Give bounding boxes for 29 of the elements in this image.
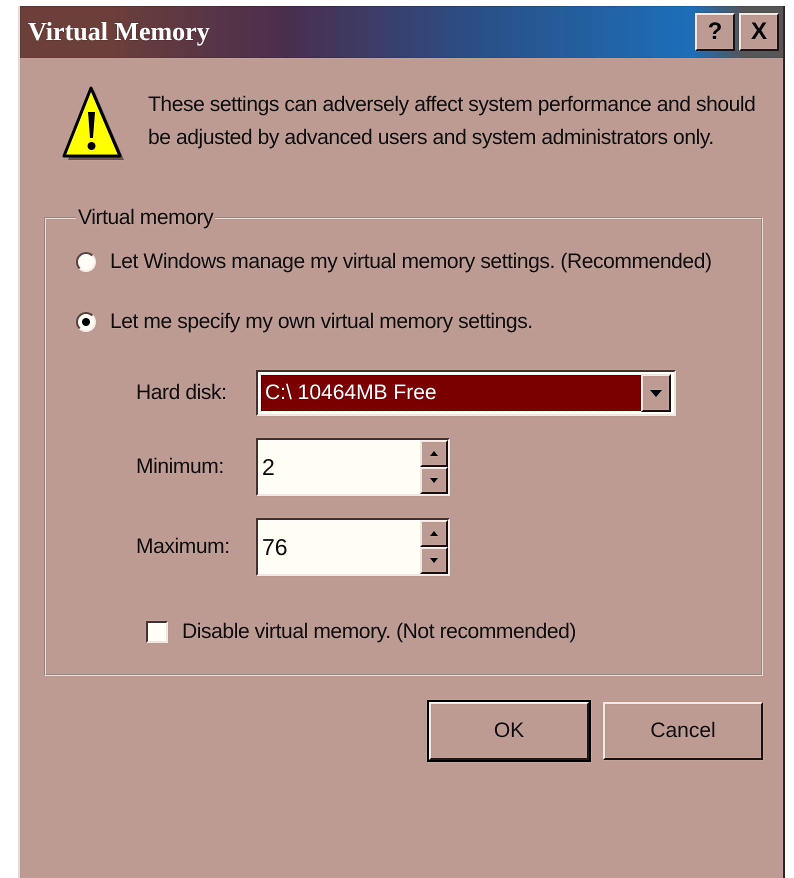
close-button[interactable]: X — [739, 13, 779, 51]
up-arrow-icon — [430, 531, 438, 536]
spin-down-button[interactable] — [420, 467, 448, 494]
up-arrow-icon — [430, 451, 438, 456]
down-arrow-icon — [430, 478, 438, 483]
spin-up-button[interactable] — [420, 440, 448, 467]
checkbox-label[interactable]: Disable virtual memory. (Not recommended) — [182, 620, 576, 644]
field-label: Maximum: — [136, 535, 231, 559]
checkbox[interactable] — [146, 621, 168, 643]
caret-icon — [650, 390, 662, 396]
field-label: Minimum: — [136, 455, 225, 479]
radio-button[interactable] — [76, 252, 96, 272]
hard-disk-dropdown[interactable]: C:\ 10464MB Free — [256, 370, 676, 416]
warning-text: These settings can adversely affect system performance and should be adjusted by advanced users and system administrators only. — [148, 92, 756, 151]
help-button[interactable]: ? — [695, 13, 735, 51]
hard-disk-label: Hard disk: — [136, 381, 228, 405]
spin-up-button[interactable] — [420, 520, 448, 547]
size-field[interactable]: 76 — [256, 518, 450, 576]
cancel-button[interactable]: Cancel — [603, 702, 763, 760]
spin-down-button[interactable] — [420, 547, 448, 574]
ok-button[interactable]: OK — [429, 702, 589, 760]
size-field[interactable]: 2 — [256, 438, 450, 496]
radio-button[interactable] — [76, 312, 96, 332]
dropdown-button[interactable] — [641, 374, 671, 412]
option-label[interactable]: Let Windows manage my virtual memory settings. (Recommended) — [110, 250, 712, 274]
down-arrow-icon — [430, 558, 438, 563]
window-title: Virtual Memory — [28, 17, 211, 47]
group-label: Virtual memory — [77, 206, 214, 230]
option-label[interactable]: Let me specify my own virtual memory settings. — [110, 310, 533, 334]
